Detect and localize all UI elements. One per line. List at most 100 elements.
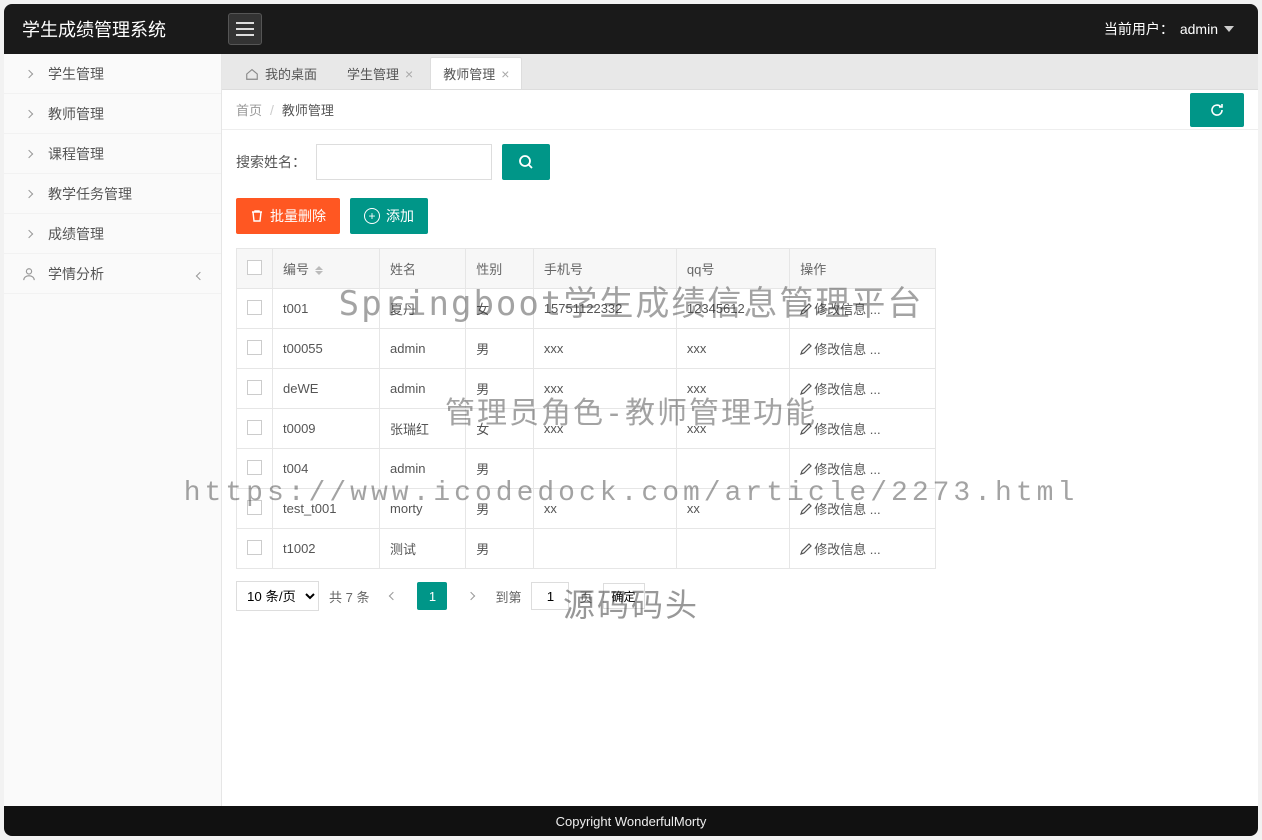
- tab-student[interactable]: 学生管理 ×: [334, 57, 426, 89]
- cell-id: deWE: [273, 369, 380, 409]
- edit-link[interactable]: 修改信息 ...: [800, 542, 880, 557]
- row-checkbox[interactable]: [247, 420, 262, 435]
- bulk-delete-button[interactable]: 批量删除: [236, 198, 340, 234]
- cell-phone: xxx: [533, 409, 676, 449]
- cell-phone: 15751122332: [533, 289, 676, 329]
- edit-link[interactable]: 修改信息 ...: [800, 382, 880, 397]
- cell-id: t00055: [273, 329, 380, 369]
- cell-gender: 男: [466, 489, 534, 529]
- table-row: t001夏丹女1575112233212345612修改信息 ...: [237, 289, 936, 329]
- sidebar-item-student[interactable]: 学生管理: [4, 54, 221, 94]
- tab-desktop[interactable]: 我的桌面: [232, 57, 330, 89]
- next-page-button[interactable]: [457, 582, 485, 610]
- chevron-right-icon: [22, 107, 36, 121]
- col-name[interactable]: 姓名: [380, 249, 466, 289]
- breadcrumb: 首页 / 教师管理: [222, 90, 1258, 130]
- col-id[interactable]: 编号: [273, 249, 380, 289]
- sidebar-item-teacher[interactable]: 教师管理: [4, 94, 221, 134]
- chevron-right-icon: [22, 67, 36, 81]
- sidebar-toggle-button[interactable]: [228, 13, 262, 45]
- refresh-button[interactable]: [1190, 93, 1244, 127]
- col-gender[interactable]: 性别: [466, 249, 534, 289]
- pencil-icon: [800, 503, 812, 515]
- pencil-icon: [800, 303, 812, 315]
- cell-phone: [533, 449, 676, 489]
- cell-name: 夏丹: [380, 289, 466, 329]
- cell-gender: 男: [466, 529, 534, 569]
- cell-name: admin: [380, 449, 466, 489]
- user-icon: [22, 267, 36, 281]
- refresh-icon: [1209, 102, 1225, 118]
- row-checkbox[interactable]: [247, 460, 262, 475]
- user-menu[interactable]: 当前用户： admin: [1104, 19, 1258, 39]
- breadcrumb-root[interactable]: 首页: [236, 100, 262, 119]
- pagesize-select[interactable]: 10 条/页: [236, 581, 319, 611]
- sidebar-item-course[interactable]: 课程管理: [4, 134, 221, 174]
- tab-teacher[interactable]: 教师管理 ×: [430, 57, 522, 89]
- row-checkbox[interactable]: [247, 300, 262, 315]
- chevron-right-icon: [22, 227, 36, 241]
- chevron-left-icon: [197, 266, 203, 282]
- cell-gender: 男: [466, 329, 534, 369]
- sidebar-item-label: 教师管理: [48, 104, 104, 124]
- table-row: t004admin男修改信息 ...: [237, 449, 936, 489]
- cell-gender: 男: [466, 449, 534, 489]
- cell-id: t1002: [273, 529, 380, 569]
- edit-link[interactable]: 修改信息 ...: [800, 422, 880, 437]
- cell-phone: xxx: [533, 329, 676, 369]
- cell-name: 张瑞红: [380, 409, 466, 449]
- jump-label: 到第: [495, 587, 521, 606]
- user-name: admin: [1180, 21, 1218, 37]
- prev-page-button[interactable]: [379, 582, 407, 610]
- row-checkbox[interactable]: [247, 540, 262, 555]
- pagination: 10 条/页 共 7 条 1 到第 页 确定: [236, 581, 1244, 611]
- pencil-icon: [800, 463, 812, 475]
- plus-icon: +: [364, 208, 380, 224]
- tab-label: 教师管理: [443, 64, 495, 83]
- hamburger-icon: [236, 22, 254, 36]
- user-label: 当前用户：: [1104, 19, 1174, 39]
- page-number[interactable]: 1: [417, 582, 447, 610]
- chevron-right-icon: [22, 147, 36, 161]
- select-all-checkbox[interactable]: [247, 260, 262, 275]
- edit-link[interactable]: 修改信息 ...: [800, 302, 880, 317]
- close-icon[interactable]: ×: [501, 66, 509, 82]
- footer: Copyright WonderfulMorty: [4, 806, 1258, 836]
- edit-link[interactable]: 修改信息 ...: [800, 462, 880, 477]
- cell-phone: [533, 529, 676, 569]
- col-phone[interactable]: 手机号: [533, 249, 676, 289]
- pencil-icon: [800, 343, 812, 355]
- add-button[interactable]: + 添加: [350, 198, 428, 234]
- search-button[interactable]: [502, 144, 550, 180]
- cell-qq: 12345612: [676, 289, 789, 329]
- sidebar-item-label: 学情分析: [48, 264, 104, 284]
- row-checkbox[interactable]: [247, 340, 262, 355]
- search-input[interactable]: [316, 144, 492, 180]
- tab-label: 学生管理: [347, 64, 399, 83]
- table-row: t00055admin男xxxxxx修改信息 ...: [237, 329, 936, 369]
- edit-link[interactable]: 修改信息 ...: [800, 342, 880, 357]
- breadcrumb-separator: /: [270, 102, 274, 118]
- chevron-right-icon: [22, 187, 36, 201]
- row-checkbox[interactable]: [247, 380, 262, 395]
- pencil-icon: [800, 423, 812, 435]
- home-icon: [245, 67, 259, 81]
- jump-confirm-button[interactable]: 确定: [603, 583, 645, 609]
- cell-name: admin: [380, 369, 466, 409]
- jump-input[interactable]: [531, 582, 569, 610]
- close-icon[interactable]: ×: [405, 66, 413, 82]
- sidebar-item-score[interactable]: 成绩管理: [4, 214, 221, 254]
- col-qq[interactable]: qq号: [676, 249, 789, 289]
- button-label: 添加: [386, 206, 414, 226]
- row-checkbox[interactable]: [247, 500, 262, 515]
- search-icon: [518, 154, 534, 170]
- sidebar-item-analysis[interactable]: 学情分析: [4, 254, 221, 294]
- table-row: deWEadmin男xxxxxx修改信息 ...: [237, 369, 936, 409]
- edit-link[interactable]: 修改信息 ...: [800, 502, 880, 517]
- cell-name: morty: [380, 489, 466, 529]
- total-count: 共 7 条: [329, 587, 369, 606]
- cell-id: test_t001: [273, 489, 380, 529]
- sidebar-item-task[interactable]: 教学任务管理: [4, 174, 221, 214]
- cell-qq: xxx: [676, 369, 789, 409]
- cell-id: t0009: [273, 409, 380, 449]
